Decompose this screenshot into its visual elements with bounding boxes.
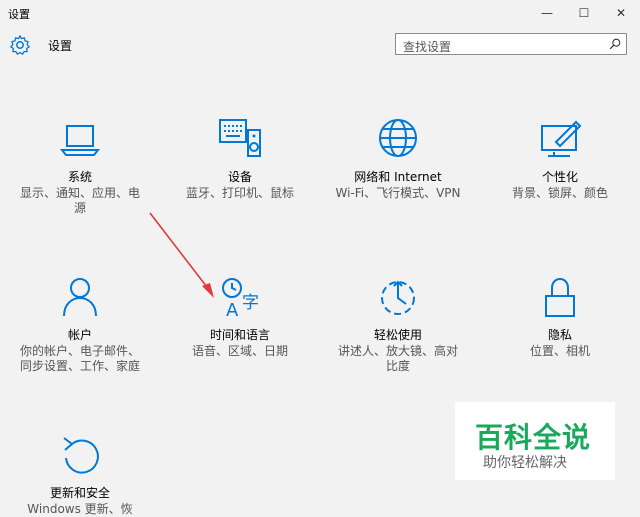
watermark-logo: 百科全说 助你轻松解决 [455,402,615,480]
watermark-sub: 助你轻松解决 [483,455,567,471]
watermark-main: 百科全说 [475,421,592,454]
